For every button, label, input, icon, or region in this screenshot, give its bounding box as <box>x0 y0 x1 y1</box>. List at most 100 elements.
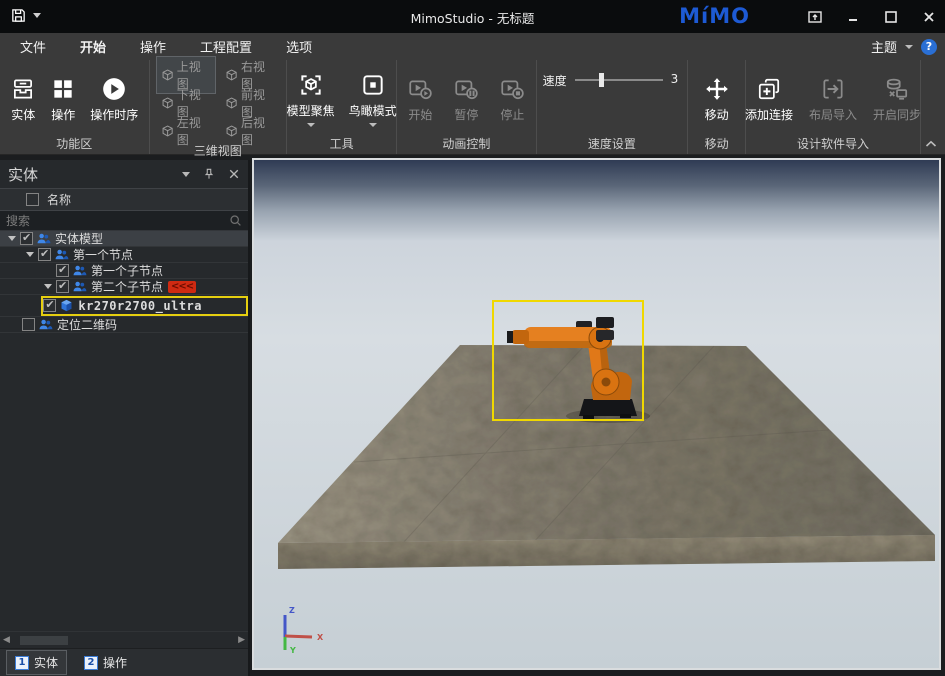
horizontal-scrollbar[interactable]: ◀ ▶ <box>0 631 248 648</box>
dropdown-icon[interactable] <box>369 123 377 127</box>
grid-icon <box>50 76 76 102</box>
button-label: 操作时序 <box>90 106 138 123</box>
help-icon[interactable]: ? <box>921 39 937 55</box>
button-label: 布局导入 <box>809 106 857 123</box>
row-checkbox[interactable] <box>56 264 69 277</box>
scroll-left-icon[interactable]: ◀ <box>3 635 10 645</box>
button-label: 添加连接 <box>745 106 793 123</box>
layout-import-button[interactable]: 布局导入 <box>805 74 861 125</box>
tab-number-badge: 2 <box>84 656 98 670</box>
ribbon-group-function-area: 实体 操作 操作时序 功能区 <box>0 60 150 154</box>
menu-tab-options[interactable]: 选项 <box>272 32 326 61</box>
row-checkbox[interactable] <box>43 299 56 312</box>
ribbon-group-design-import: 添加连接 布局导入 开启同步 设计软件导入 <box>746 60 921 154</box>
move-icon <box>704 76 730 102</box>
button-label: 开始 <box>408 106 432 123</box>
entity-group-icon <box>72 263 87 278</box>
search-input[interactable] <box>6 214 229 228</box>
group-label: 动画控制 <box>397 135 536 154</box>
entity-button[interactable]: 实体 <box>6 74 40 125</box>
scrollbar-thumb[interactable] <box>20 636 68 645</box>
tree-label: 定位二维码 <box>57 316 117 333</box>
theme-dropdown-icon[interactable] <box>905 45 913 49</box>
scene-canvas[interactable]: Z X Y <box>254 160 939 668</box>
panel-title: 实体 <box>8 164 38 185</box>
row-checkbox[interactable] <box>56 280 69 293</box>
speed-slider[interactable] <box>575 79 663 81</box>
pin-window-icon[interactable] <box>807 9 823 25</box>
tree-label: 实体模型 <box>55 230 103 247</box>
model-focus-button[interactable]: 模型聚焦 <box>283 70 339 129</box>
button-label: 实体 <box>11 106 35 123</box>
tree-row-first-child-node[interactable]: 第一个子节点 <box>0 263 248 279</box>
tree-row-second-child-node[interactable]: 第二个子节点 <<< <box>0 279 248 295</box>
viewport-3d[interactable]: Z X Y <box>252 158 941 670</box>
entity-group-icon <box>54 247 69 262</box>
tree-row-qr-locator[interactable]: 定位二维码 <box>0 317 248 333</box>
tab-label: 操作 <box>103 654 127 671</box>
birdseye-mode-button[interactable]: 鸟瞰模式 <box>345 70 401 129</box>
operation-sequence-button[interactable]: 操作时序 <box>86 74 142 125</box>
move-button[interactable]: 移动 <box>700 74 734 125</box>
minimize-icon[interactable] <box>845 9 861 25</box>
scroll-right-icon[interactable]: ▶ <box>238 635 245 645</box>
name-header-label: 名称 <box>47 191 71 208</box>
panel-header: 实体 <box>0 160 248 188</box>
tab-operation[interactable]: 2 操作 <box>75 650 136 675</box>
name-header-row: 名称 <box>0 188 248 211</box>
tab-entity[interactable]: 1 实体 <box>6 650 67 675</box>
search-icon <box>229 214 242 227</box>
group-label: 功能区 <box>0 135 149 154</box>
tree-row-entity-model[interactable]: 实体模型 <box>0 231 248 247</box>
group-label: 设计软件导入 <box>746 135 920 154</box>
ribbon-group-move: 移动 移动 <box>688 60 746 154</box>
tree-row-first-node[interactable]: 第一个节点 <box>0 247 248 263</box>
menu-tab-start[interactable]: 开始 <box>66 32 120 61</box>
row-checkbox[interactable] <box>38 248 51 261</box>
collapse-ribbon-button[interactable] <box>921 60 945 154</box>
entity-icon <box>10 76 36 102</box>
ribbon-group-animation-control: 开始 暂停 停止 动画控制 <box>397 60 537 154</box>
add-connection-button[interactable]: 添加连接 <box>741 74 797 125</box>
maximize-icon[interactable] <box>883 9 899 25</box>
anim-stop-button[interactable]: 停止 <box>495 74 529 125</box>
expander-icon[interactable] <box>26 252 34 257</box>
entity-group-icon <box>36 231 51 246</box>
mimo-logo: MíMO <box>679 4 750 28</box>
entity-panel: 实体 名称 实体模型 第一个节点 <box>0 160 250 676</box>
operation-button[interactable]: 操作 <box>46 74 80 125</box>
panel-close-icon[interactable] <box>228 168 240 180</box>
dropdown-icon[interactable] <box>307 123 315 127</box>
axis-z-label: Z <box>289 606 295 615</box>
entity-group-icon <box>38 317 53 332</box>
button-label: 开启同步 <box>873 106 921 123</box>
expander-icon[interactable] <box>8 236 16 241</box>
row-checkbox[interactable] <box>20 232 33 245</box>
entity-group-icon <box>72 279 87 294</box>
name-checkbox[interactable] <box>26 193 39 206</box>
panel-dropdown-icon[interactable] <box>182 172 190 177</box>
sync-icon <box>884 76 910 102</box>
tree-row-kr270[interactable]: kr270r2700_ultra <box>0 295 248 317</box>
theme-button[interactable]: 主题 <box>871 37 897 56</box>
speed-slider-thumb[interactable] <box>599 73 604 87</box>
window-title: MimoStudio - 无标题 <box>0 8 945 27</box>
pin-icon[interactable] <box>202 167 216 181</box>
close-icon[interactable] <box>921 9 937 25</box>
button-label: 暂停 <box>454 106 478 123</box>
tab-number-badge: 1 <box>15 656 29 670</box>
model-cube-icon <box>59 298 74 313</box>
menu-tab-file[interactable]: 文件 <box>6 32 60 61</box>
enable-sync-button[interactable]: 开启同步 <box>869 74 925 125</box>
anim-start-button[interactable]: 开始 <box>403 74 437 125</box>
ribbon: 实体 操作 操作时序 功能区 上视图 <box>0 60 945 155</box>
tree-label: 第二个子节点 <box>91 278 163 295</box>
expander-icon[interactable] <box>44 284 52 289</box>
anim-pause-button[interactable]: 暂停 <box>449 74 483 125</box>
ribbon-group-speed-settings: 速度 3 速度设置 <box>537 60 689 154</box>
tree-label: 第一个子节点 <box>91 262 163 279</box>
row-checkbox[interactable] <box>22 318 35 331</box>
ribbon-group-3d-views: 上视图 右视图 下视图 前视图 左视图 后视图 三维视图 <box>150 60 288 154</box>
layout-import-icon <box>820 76 846 102</box>
speed-value: 3 <box>671 72 679 86</box>
